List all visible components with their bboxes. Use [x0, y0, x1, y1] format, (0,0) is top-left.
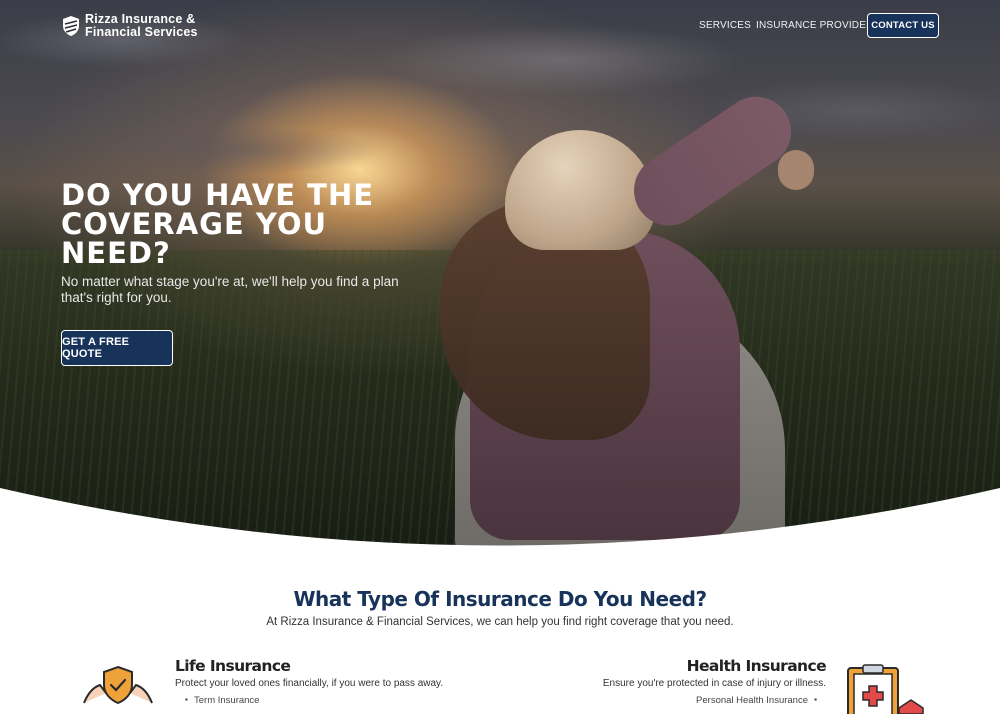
health-insurance-item: Personal Health Insurance	[690, 695, 817, 706]
life-insurance-item: Term Insurance	[185, 695, 260, 706]
hero-wave-divider	[0, 488, 1000, 560]
contact-us-button[interactable]: CONTACT US	[867, 13, 939, 38]
site-logo[interactable]: Rizza Insurance & Financial Services	[62, 13, 198, 38]
logo-line-2: Financial Services	[85, 24, 198, 39]
logo-text: Rizza Insurance & Financial Services	[85, 13, 198, 38]
hands-shield-icon	[83, 665, 153, 705]
medical-clipboard-icon	[847, 664, 924, 714]
logo-line-1: Rizza Insurance &	[85, 12, 196, 26]
nav-link-insurance-providers[interactable]: INSURANCE PROVIDERS	[756, 20, 880, 31]
hero-photo-hand	[778, 150, 814, 190]
nav-link-services[interactable]: SERVICES	[699, 20, 751, 31]
shield-logo-icon	[63, 15, 79, 36]
hero-subtitle: No matter what stage you're at, we'll he…	[61, 274, 399, 305]
get-free-quote-button[interactable]: GET A FREE QUOTE	[61, 330, 173, 366]
section-subtitle: At Rizza Insurance & Financial Services,…	[266, 616, 734, 628]
life-insurance-title: Life Insurance	[175, 657, 291, 675]
hero-title: DO YOU HAVE THE COVERAGE YOU NEED?	[61, 178, 375, 270]
health-insurance-description: Ensure you're protected in case of injur…	[602, 678, 826, 689]
health-insurance-title: Health Insurance	[686, 657, 827, 675]
section-title: What Type Of Insurance Do You Need?	[293, 587, 707, 611]
life-insurance-description: Protect your loved ones financially, if …	[175, 678, 444, 689]
